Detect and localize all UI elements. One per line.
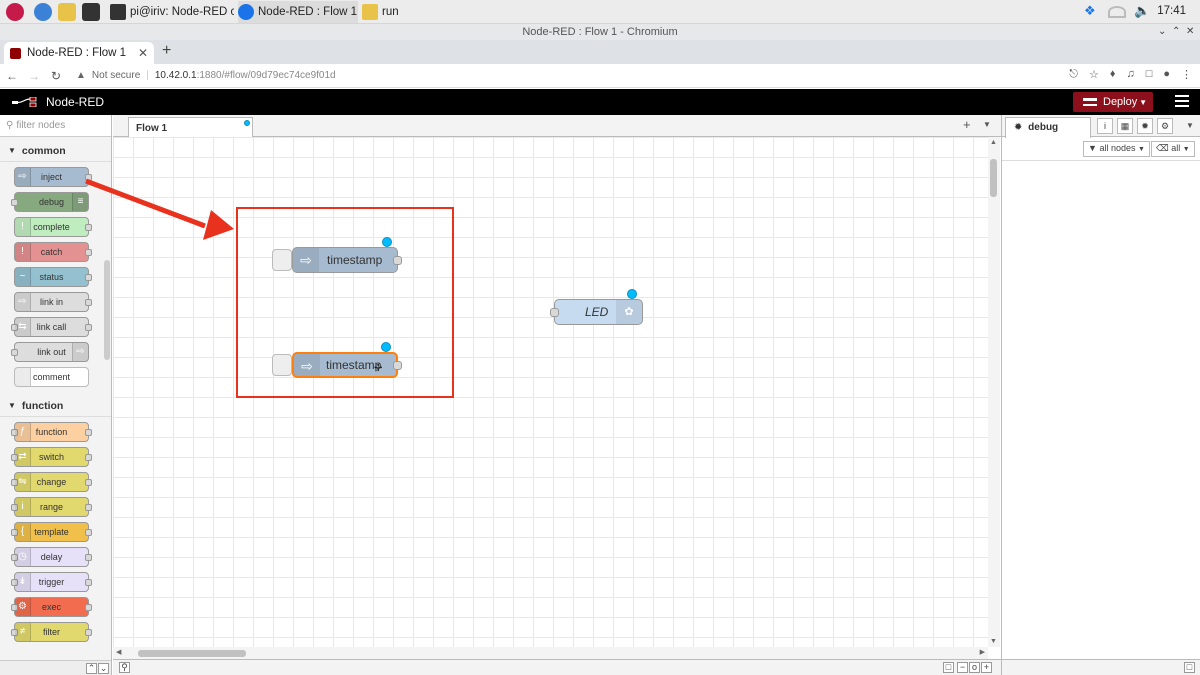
debug-bug-icon[interactable]: ✹ — [1137, 118, 1153, 134]
annotation-arrow — [85, 178, 206, 229]
scroll-left-icon[interactable]: ◀ — [116, 648, 121, 656]
canvas-vertical-scrollbar[interactable]: ▲ ▼ — [988, 137, 1000, 647]
config-gear-icon[interactable]: ⚙ — [1157, 118, 1173, 134]
scroll-down-icon[interactable]: ▼ — [990, 638, 997, 645]
navigator-icon[interactable]: □ — [943, 662, 954, 673]
chevron-down-icon: ▼ — [1182, 146, 1190, 153]
scroll-up-icon[interactable]: ▲ — [990, 139, 997, 146]
zoom-in-icon[interactable]: + — [981, 662, 992, 673]
filter-icon: ▼ — [1088, 143, 1097, 153]
zoom-out-icon[interactable]: − — [957, 662, 968, 673]
filter-nodes-select[interactable]: ▼ all nodes ▼ — [1083, 141, 1150, 157]
annotation-arrow-head — [203, 210, 234, 240]
scroll-thumb[interactable] — [138, 650, 246, 657]
filter-level-label: all — [1171, 143, 1181, 153]
chevron-down-icon: ▼ — [1137, 146, 1145, 153]
workspace-footer: ⚲ □ − o + — [113, 659, 1001, 675]
sidebar-tabs: ✹ debug i ▦ ✹ ⚙ ▼ — [1002, 115, 1200, 138]
expand-sidebar-icon[interactable]: □ — [1184, 662, 1195, 673]
scroll-thumb[interactable] — [990, 159, 997, 197]
help-book-icon[interactable]: ▦ — [1117, 118, 1133, 134]
sidebar: ✹ debug i ▦ ✹ ⚙ ▼ ▼ all nodes ▼ ⌫ all ▼ … — [1001, 115, 1200, 675]
filter-nodes-label: all nodes — [1099, 143, 1136, 153]
sidebar-footer: □ — [1002, 659, 1200, 675]
sidebar-chevron-down-icon[interactable]: ▼ — [1186, 121, 1194, 130]
scroll-right-icon[interactable]: ▶ — [980, 648, 985, 656]
debug-tab-label: debug — [1028, 122, 1059, 133]
bug-icon: ✹ — [1014, 122, 1023, 133]
canvas-horizontal-scrollbar[interactable]: ◀ ▶ — [113, 647, 988, 659]
trash-icon: ⌫ — [1156, 143, 1169, 153]
debug-toolbar: ▼ all nodes ▼ ⌫ all ▼ — [1002, 137, 1200, 161]
search-flows-icon[interactable]: ⚲ — [119, 662, 130, 673]
zoom-reset-icon[interactable]: o — [969, 662, 980, 673]
annotation-box — [236, 207, 454, 398]
filter-level-select[interactable]: ⌫ all ▼ — [1151, 141, 1195, 157]
tab-debug[interactable]: ✹ debug — [1005, 117, 1091, 138]
info-icon[interactable]: i — [1097, 118, 1113, 134]
